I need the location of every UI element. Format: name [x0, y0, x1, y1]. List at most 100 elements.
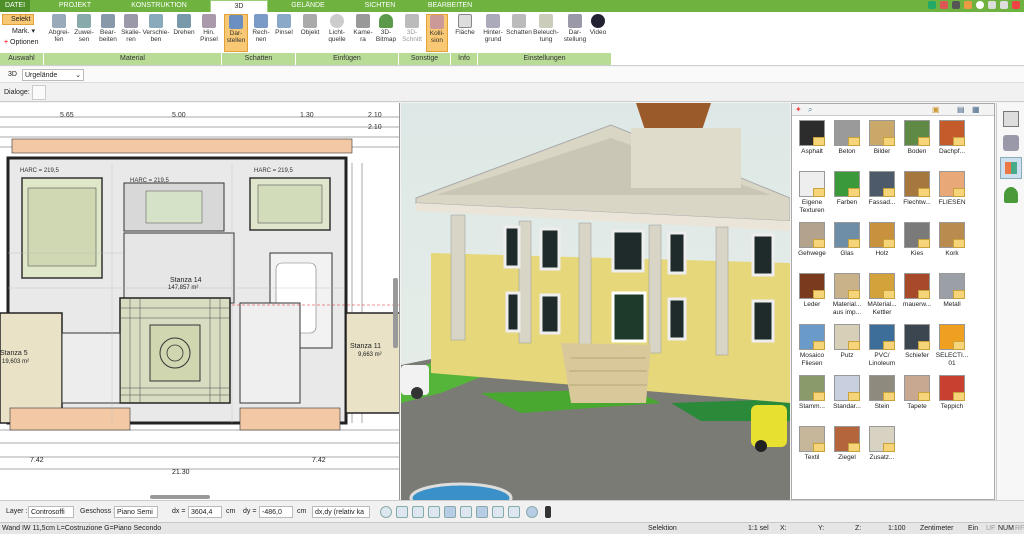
- text-icon[interactable]: [412, 506, 424, 518]
- 3d-bitmap-button[interactable]: 3D- Bitmap: [375, 14, 397, 43]
- catalog-item[interactable]: Teppich: [934, 375, 970, 411]
- hintergrund-button[interactable]: Hinter- grund: [480, 14, 506, 43]
- floor-plan-view[interactable]: 5.65 5.00 1.30 2.10 2.10 HARC = 219,5 HA…: [0, 103, 400, 500]
- layers-toggle-icon[interactable]: [476, 506, 488, 518]
- catalog-item[interactable]: Schiefer: [899, 324, 935, 360]
- minimize-icon[interactable]: [988, 1, 996, 9]
- view-dropdown[interactable]: Urgelände ⌄: [22, 69, 84, 81]
- grid-icon[interactable]: [428, 506, 440, 518]
- close-icon[interactable]: [1012, 1, 1020, 9]
- darstellen-button[interactable]: Dar- stellen: [224, 14, 248, 52]
- catalog-item[interactable]: Stein: [864, 375, 900, 411]
- abgreifen-button[interactable]: Abgrei- fen: [48, 14, 70, 43]
- catalog-item[interactable]: Textil: [794, 426, 830, 462]
- print-icon[interactable]: [952, 1, 960, 9]
- catalog-item[interactable]: Mosaico Fliesen: [794, 324, 830, 367]
- help-icon[interactable]: [976, 1, 984, 9]
- add-icon[interactable]: ✦: [795, 105, 802, 114]
- catalog-item[interactable]: mauerw...: [899, 273, 935, 309]
- catalog-item[interactable]: Farben: [829, 171, 865, 207]
- tab-3d[interactable]: 3D: [210, 0, 268, 12]
- layers-icon[interactable]: [1003, 111, 1019, 127]
- catalog-item[interactable]: Metall: [934, 273, 970, 309]
- skalieren-button[interactable]: Skalie- ren: [120, 14, 142, 43]
- catalog-item[interactable]: Dachpf...: [934, 120, 970, 156]
- ortho-icon[interactable]: [492, 506, 504, 518]
- catalog-item[interactable]: FLIESEN: [934, 171, 970, 207]
- catalog-item[interactable]: Asphalt: [794, 120, 830, 156]
- catalog-item[interactable]: Flechtw...: [899, 171, 935, 207]
- north-icon[interactable]: [526, 506, 538, 518]
- catalog-item[interactable]: Stamm...: [794, 375, 830, 411]
- material-catalog[interactable]: ✦ ⌕ ▣ ▤ ▦ Asphalt Beton Bilder Boden Dachpf.…: [791, 103, 995, 500]
- catalog-item[interactable]: Holz: [864, 222, 900, 258]
- catalog-item[interactable]: Tapete: [899, 375, 935, 411]
- plan-hscrollbar[interactable]: [150, 495, 210, 499]
- objekt-button[interactable]: Objekt: [298, 14, 322, 36]
- catalog-item[interactable]: Boden: [899, 120, 935, 156]
- layer-dropdown[interactable]: Controsoffi: [28, 506, 74, 518]
- pin-icon[interactable]: [928, 1, 936, 9]
- geschoss-dropdown[interactable]: Piano Semi: [114, 506, 158, 518]
- pin-icon[interactable]: [545, 506, 551, 518]
- video-button[interactable]: Video: [588, 14, 608, 36]
- catalog-item[interactable]: MAterial... Kettler: [864, 273, 900, 316]
- pinsel-button[interactable]: Pinsel: [274, 14, 294, 36]
- folder-icon[interactable]: ▣: [932, 105, 940, 114]
- catalog-item[interactable]: Material... aus imp...: [829, 273, 865, 316]
- 3d-schnitt-button[interactable]: 3D- Schnitt: [400, 14, 424, 43]
- catalog-item[interactable]: Eigene Texturen: [794, 171, 830, 214]
- catalog-item[interactable]: Kies: [899, 222, 935, 258]
- search-icon[interactable]: ⌕: [808, 105, 812, 115]
- kollision-button[interactable]: Kolli- sion: [426, 14, 448, 52]
- bearbeiten-button[interactable]: Bear- beiten: [97, 14, 119, 43]
- clock-icon[interactable]: [380, 506, 392, 518]
- catalog-item[interactable]: Standar...: [829, 375, 865, 411]
- hin-pinsel-button[interactable]: Hin. Pinsel: [198, 14, 220, 43]
- tab-konstruktion[interactable]: KONSTRUKTION: [120, 0, 198, 12]
- catalog-item[interactable]: Glas: [829, 222, 865, 258]
- view-list-icon[interactable]: ▤: [957, 105, 965, 114]
- share-icon[interactable]: [940, 1, 948, 9]
- plant-icon[interactable]: [1004, 187, 1018, 203]
- catalog-item[interactable]: SELECTI... 01: [934, 324, 970, 367]
- view-grid-icon[interactable]: ▦: [972, 105, 980, 114]
- monitor-icon[interactable]: [396, 506, 408, 518]
- lichtquelle-button[interactable]: Licht- quelle: [324, 14, 350, 43]
- kamera-button[interactable]: Kame- ra: [352, 14, 374, 43]
- catalog-item[interactable]: PVC/ Linoleum: [864, 324, 900, 367]
- tab-sichten[interactable]: SICHTEN: [350, 0, 410, 12]
- flaeche-button[interactable]: Fläche: [453, 14, 477, 36]
- catalog-item[interactable]: Putz: [829, 324, 865, 360]
- tab-gelaende[interactable]: GELÄNDE: [278, 0, 338, 12]
- catalog-item[interactable]: Zusatz...: [864, 426, 900, 462]
- raster-icon[interactable]: [508, 506, 520, 518]
- catalog-item[interactable]: Bilder: [864, 120, 900, 156]
- coord-mode-dropdown[interactable]: dx,dy (relativ ka: [312, 506, 370, 518]
- dialog-slot[interactable]: [32, 85, 46, 100]
- catalog-item[interactable]: Beton: [829, 120, 865, 156]
- snap-icon[interactable]: [444, 506, 456, 518]
- dx-input[interactable]: 3604,4: [188, 506, 222, 518]
- beleuchtung-button[interactable]: Beleuch- tung: [533, 14, 559, 43]
- tab-projekt[interactable]: PROJEKT: [48, 0, 102, 12]
- info-icon[interactable]: [964, 1, 972, 9]
- tab-datei[interactable]: DATEI: [0, 0, 30, 12]
- furniture-icon[interactable]: [1003, 135, 1019, 151]
- materials-icon[interactable]: [1000, 157, 1022, 179]
- dy-input[interactable]: -486,0: [259, 506, 293, 518]
- catalog-item[interactable]: Fassad...: [864, 171, 900, 207]
- 3d-view[interactable]: [401, 103, 790, 500]
- darstellung-button[interactable]: Dar- stellung: [562, 14, 588, 43]
- restore-icon[interactable]: [1000, 1, 1008, 9]
- verschieben-button[interactable]: Verschie- ben: [142, 14, 170, 43]
- catalog-item[interactable]: Kork: [934, 222, 970, 258]
- schatten-button[interactable]: Schatten: [506, 14, 532, 36]
- catalog-item[interactable]: Leder: [794, 273, 830, 309]
- plan-vscrollbar[interactable]: [393, 278, 398, 348]
- drehen-button[interactable]: Drehen: [172, 14, 196, 36]
- catalog-item[interactable]: Gehwege: [794, 222, 830, 258]
- zuweisen-button[interactable]: Zuwei- sen: [73, 14, 95, 43]
- catalog-item[interactable]: Ziegel: [829, 426, 865, 462]
- angle-icon[interactable]: [460, 506, 472, 518]
